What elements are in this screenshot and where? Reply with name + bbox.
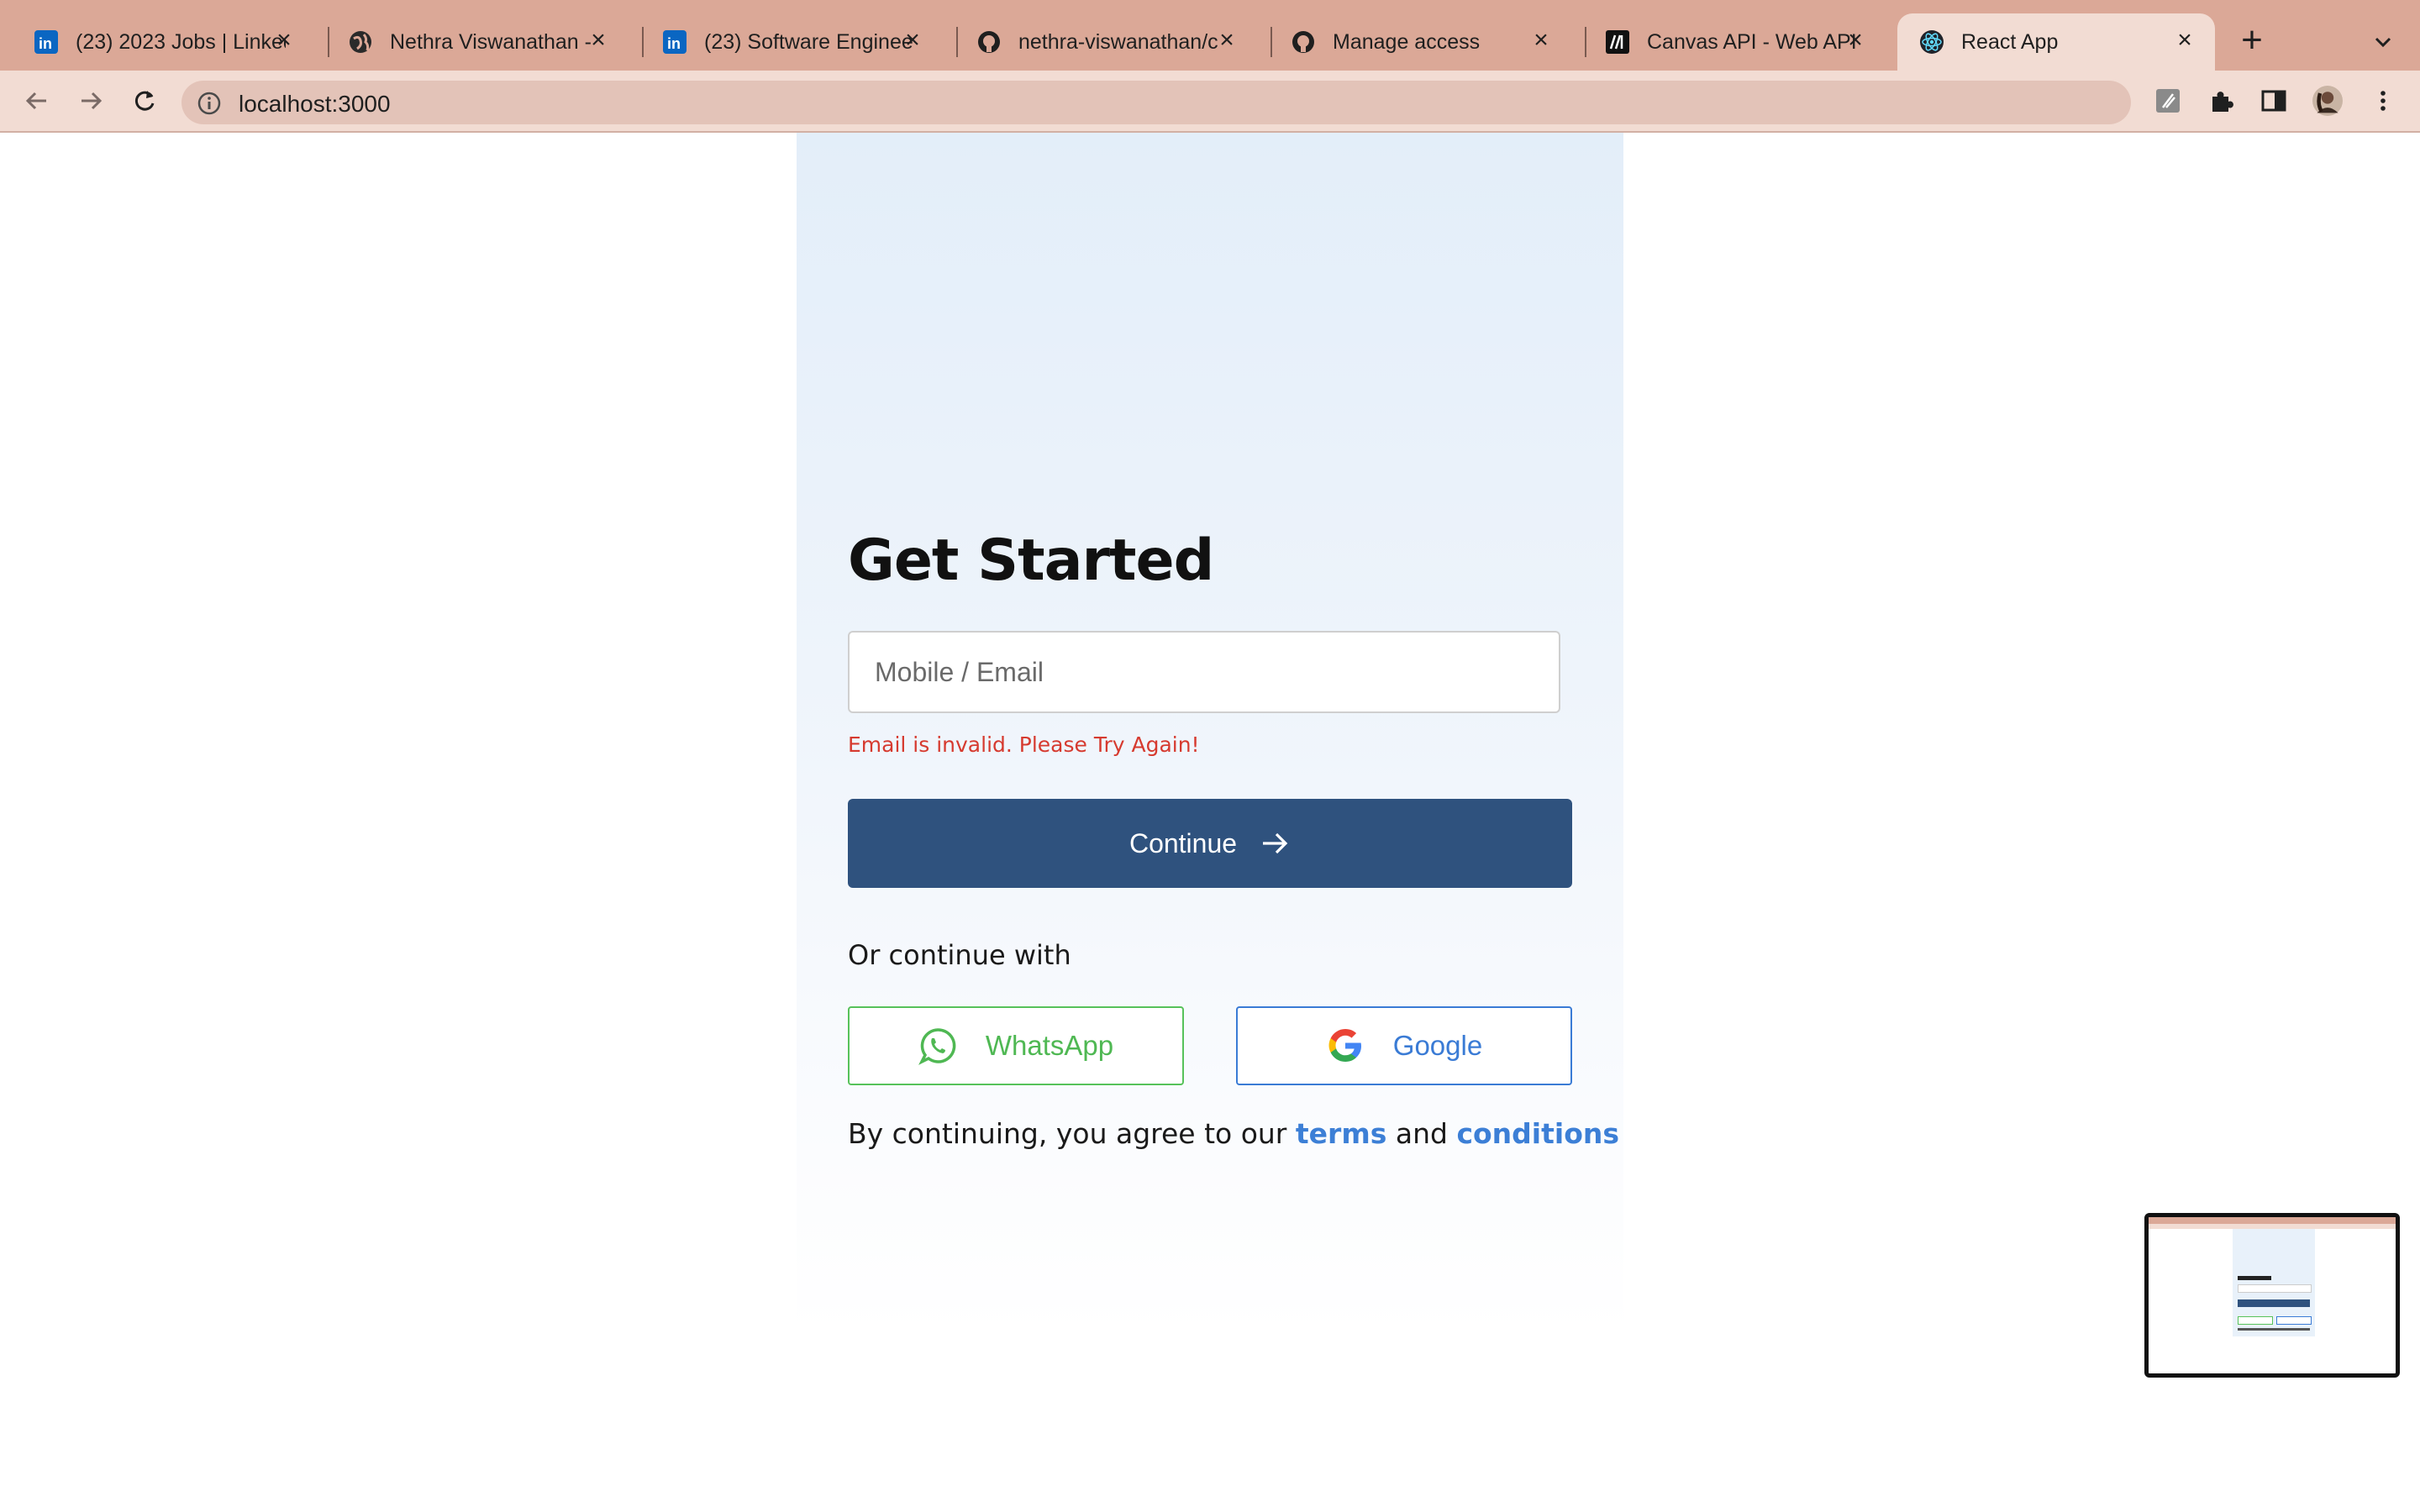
email-field[interactable] [848, 631, 1560, 713]
tab-react-app[interactable]: React App × [1897, 13, 2215, 71]
tab-linkedin-swe[interactable]: in (23) Software Engineer × [629, 13, 943, 71]
puzzle-extensions-icon[interactable] [2207, 86, 2237, 116]
linkedin-icon: in [34, 29, 59, 55]
info-icon[interactable] [197, 91, 222, 120]
mdn-icon [1605, 29, 1630, 55]
close-icon[interactable]: × [1844, 28, 1867, 53]
thumbnail-google [2276, 1316, 2312, 1325]
page-title: Get Started [848, 528, 1214, 594]
thumbnail-input [2238, 1284, 2312, 1293]
tab-strip: in (23) 2023 Jobs | LinkedIn × Nethra Vi… [0, 0, 2420, 71]
terms-prefix: By continuing, you agree to our [848, 1117, 1287, 1150]
tab-manage-access[interactable]: Manage access × [1257, 13, 1571, 71]
url-text[interactable]: localhost:3000 [239, 91, 391, 118]
tab-nethra-site[interactable]: Nethra Viswanathan - × [314, 13, 629, 71]
reload-icon[interactable] [129, 86, 160, 116]
continue-label: Continue [1128, 827, 1238, 858]
google-button[interactable]: Google [1236, 1006, 1572, 1085]
tab-title: Nethra Viswanathan - [390, 29, 592, 54]
svg-text:in: in [39, 35, 52, 52]
linkedin-icon: in [662, 29, 687, 55]
google-icon [1326, 1026, 1365, 1065]
chevron-down-icon[interactable] [2366, 25, 2400, 59]
globe-icon [348, 29, 373, 55]
tab-linkedin-jobs[interactable]: in (23) 2023 Jobs | LinkedIn × [0, 13, 314, 71]
google-label: Google [1392, 1030, 1483, 1061]
side-panel-icon[interactable] [2259, 86, 2289, 116]
react-icon [1919, 29, 1944, 55]
tab-github-repo[interactable]: nethra-viswanathan/c × [943, 13, 1257, 71]
thumbnail-button [2238, 1299, 2310, 1307]
tab-title: (23) 2023 Jobs | LinkedIn [76, 29, 286, 54]
thumbnail-heading [2238, 1276, 2271, 1280]
close-icon[interactable]: × [2173, 28, 2196, 53]
tab-title: Canvas API - Web API [1647, 29, 1857, 54]
address-bar[interactable]: localhost:3000 [182, 81, 2131, 124]
tab-canvas-api[interactable]: Canvas API - Web API × [1571, 13, 1886, 71]
back-arrow-icon[interactable] [22, 86, 52, 116]
profile-avatar[interactable] [2312, 86, 2343, 116]
arrow-right-icon [1259, 827, 1291, 859]
thumbnail-terms [2238, 1328, 2310, 1331]
close-icon[interactable]: × [1215, 28, 1239, 53]
terms-and: and [1395, 1117, 1448, 1150]
screenshot-thumbnail[interactable] [2144, 1213, 2400, 1378]
tab-title: Manage access [1333, 29, 1481, 54]
forward-arrow-icon[interactable] [76, 86, 106, 116]
tab-title: React App [1961, 29, 2059, 54]
tab-title: nethra-viswanathan/c [1018, 29, 1218, 54]
terms-text: By continuing, you agree to our terms an… [848, 1117, 1619, 1150]
svg-text:in: in [667, 35, 681, 52]
conditions-link[interactable]: conditions [1456, 1117, 1619, 1150]
new-tab-button[interactable]: + [2235, 22, 2269, 59]
close-icon[interactable]: × [901, 28, 924, 53]
continue-button[interactable]: Continue [848, 799, 1572, 888]
tab-title: (23) Software Engineer [704, 29, 914, 54]
close-icon[interactable]: × [272, 28, 296, 53]
close-icon[interactable]: × [587, 28, 610, 53]
whatsapp-button[interactable]: WhatsApp [848, 1006, 1184, 1085]
github-icon [976, 29, 1002, 55]
terms-link[interactable]: terms [1296, 1117, 1386, 1150]
extension-app-icon[interactable] [2153, 86, 2183, 116]
whatsapp-icon [918, 1026, 957, 1065]
kebab-menu-icon[interactable] [2368, 86, 2398, 116]
close-icon[interactable]: × [1529, 28, 1553, 53]
whatsapp-label: WhatsApp [985, 1030, 1114, 1061]
thumbnail-tabbar [2149, 1217, 2396, 1224]
or-continue-text: Or continue with [848, 939, 1071, 971]
thumbnail-whatsapp [2238, 1316, 2273, 1325]
error-message: Email is invalid. Please Try Again! [848, 732, 1200, 757]
github-icon [1291, 29, 1316, 55]
